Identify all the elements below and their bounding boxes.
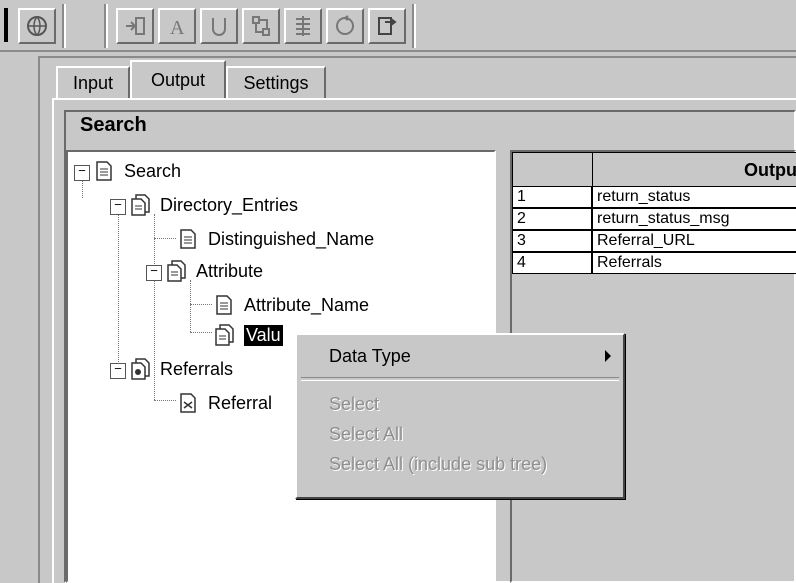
tree-icon xyxy=(252,16,270,36)
collapse-toggle[interactable]: − xyxy=(110,199,126,215)
output-column-header[interactable]: Output xyxy=(592,152,796,188)
tree-node-label: Attribute_Name xyxy=(244,294,370,315)
globe-icon xyxy=(27,16,47,36)
tab-label: Input xyxy=(72,72,114,93)
section-title: Search xyxy=(80,114,147,136)
toolbar-separator xyxy=(62,4,66,48)
import-button[interactable] xyxy=(116,8,154,44)
tree-node-label: Directory_Entries xyxy=(160,194,299,215)
grid-corner-header[interactable] xyxy=(512,152,594,188)
collapse-toggle[interactable]: − xyxy=(74,165,90,181)
cycle-button[interactable] xyxy=(326,8,364,44)
menu-item-select-all-subtree[interactable]: Select All (include sub tree) xyxy=(297,449,623,479)
menu-item-label: Data Type xyxy=(329,345,411,366)
tree-node-attribute-name[interactable]: Attribute_Name xyxy=(214,290,369,320)
list-button[interactable] xyxy=(284,8,322,44)
tree-connector xyxy=(118,214,119,366)
submenu-arrow-icon xyxy=(605,350,611,362)
cycle-icon xyxy=(336,15,354,35)
tab-label: Output xyxy=(150,69,206,90)
tree-connector xyxy=(190,332,212,333)
document-icon xyxy=(216,295,232,315)
document-icon xyxy=(96,161,112,181)
tree-node-label: Distinguished_Name xyxy=(208,228,375,249)
output-cell[interactable]: Referral_URL xyxy=(592,230,796,252)
menu-item-label: Select All xyxy=(329,423,404,444)
tree-node-referrals[interactable]: Referrals xyxy=(130,354,233,384)
tab-settings[interactable]: Settings xyxy=(226,66,326,98)
menu-separator xyxy=(301,377,619,381)
tab-strip-line xyxy=(52,98,796,100)
row-number[interactable]: 3 xyxy=(512,230,592,252)
u-shape-button[interactable] xyxy=(200,8,238,44)
tree-node-label: Referrals xyxy=(160,358,234,379)
tab-input[interactable]: Input xyxy=(56,66,130,98)
tree-connector xyxy=(190,304,212,305)
tree-connector xyxy=(82,180,83,198)
menu-item-select-all[interactable]: Select All xyxy=(297,419,623,449)
collapse-toggle[interactable]: − xyxy=(146,265,162,281)
tree-node-label: Attribute xyxy=(196,260,264,281)
list-icon xyxy=(296,16,310,36)
svg-text:A: A xyxy=(170,17,185,38)
linked-document-icon xyxy=(180,393,196,413)
menu-item-label: Select All (include sub tree) xyxy=(329,453,548,474)
collapse-toggle[interactable]: − xyxy=(110,363,126,379)
tab-output[interactable]: Output xyxy=(130,60,226,98)
toolbar-grip[interactable] xyxy=(0,4,12,48)
context-menu: Data Type Select Select All Select All (… xyxy=(295,333,625,499)
tab-label: Settings xyxy=(243,72,309,93)
tree-node-attribute[interactable]: Attribute xyxy=(166,256,263,286)
stacked-documents-icon xyxy=(215,324,234,346)
tree-button[interactable] xyxy=(242,8,280,44)
toolbar-separator xyxy=(104,4,108,48)
output-cell[interactable]: Referrals xyxy=(592,252,796,274)
tree-connector xyxy=(154,400,176,401)
tree-node-label: Search xyxy=(124,160,182,181)
panel-edge xyxy=(52,98,54,583)
row-number[interactable]: 4 xyxy=(512,252,592,274)
globe-button[interactable] xyxy=(18,8,56,44)
menu-item-label: Select xyxy=(329,393,380,414)
row-number[interactable]: 1 xyxy=(512,186,592,208)
tree-node-label: Valu xyxy=(244,324,283,346)
import-icon xyxy=(126,17,145,35)
tree-node-search[interactable]: Search xyxy=(94,156,181,186)
tree-node-distinguished-name[interactable]: Distinguished_Name xyxy=(178,224,374,254)
tree-node-referral[interactable]: Referral xyxy=(178,388,272,418)
output-cell[interactable]: return_status_msg xyxy=(592,208,796,230)
output-cell[interactable]: return_status xyxy=(592,186,796,208)
menu-item-select[interactable]: Select xyxy=(297,389,623,419)
text-a-icon: A xyxy=(170,17,185,38)
tree-node-label: Referral xyxy=(208,392,273,413)
text-a-button[interactable]: A xyxy=(158,8,196,44)
tree-connector xyxy=(154,238,176,239)
stacked-documents-icon xyxy=(131,194,150,216)
tree-node-value[interactable]: Valu xyxy=(214,320,283,350)
column-header-label: Output xyxy=(744,159,796,180)
tree-node-directory-entries[interactable]: Directory_Entries xyxy=(130,190,298,220)
stacked-documents-icon xyxy=(167,260,186,282)
toolbar-separator xyxy=(412,4,416,48)
row-number[interactable]: 2 xyxy=(512,208,592,230)
tree-connector xyxy=(190,280,191,332)
u-shape-icon xyxy=(212,18,226,36)
menu-item-data-type[interactable]: Data Type xyxy=(297,341,623,371)
document-icon xyxy=(180,229,196,249)
linked-documents-icon xyxy=(131,358,150,380)
export-icon xyxy=(378,17,397,35)
export-button[interactable] xyxy=(368,8,406,44)
